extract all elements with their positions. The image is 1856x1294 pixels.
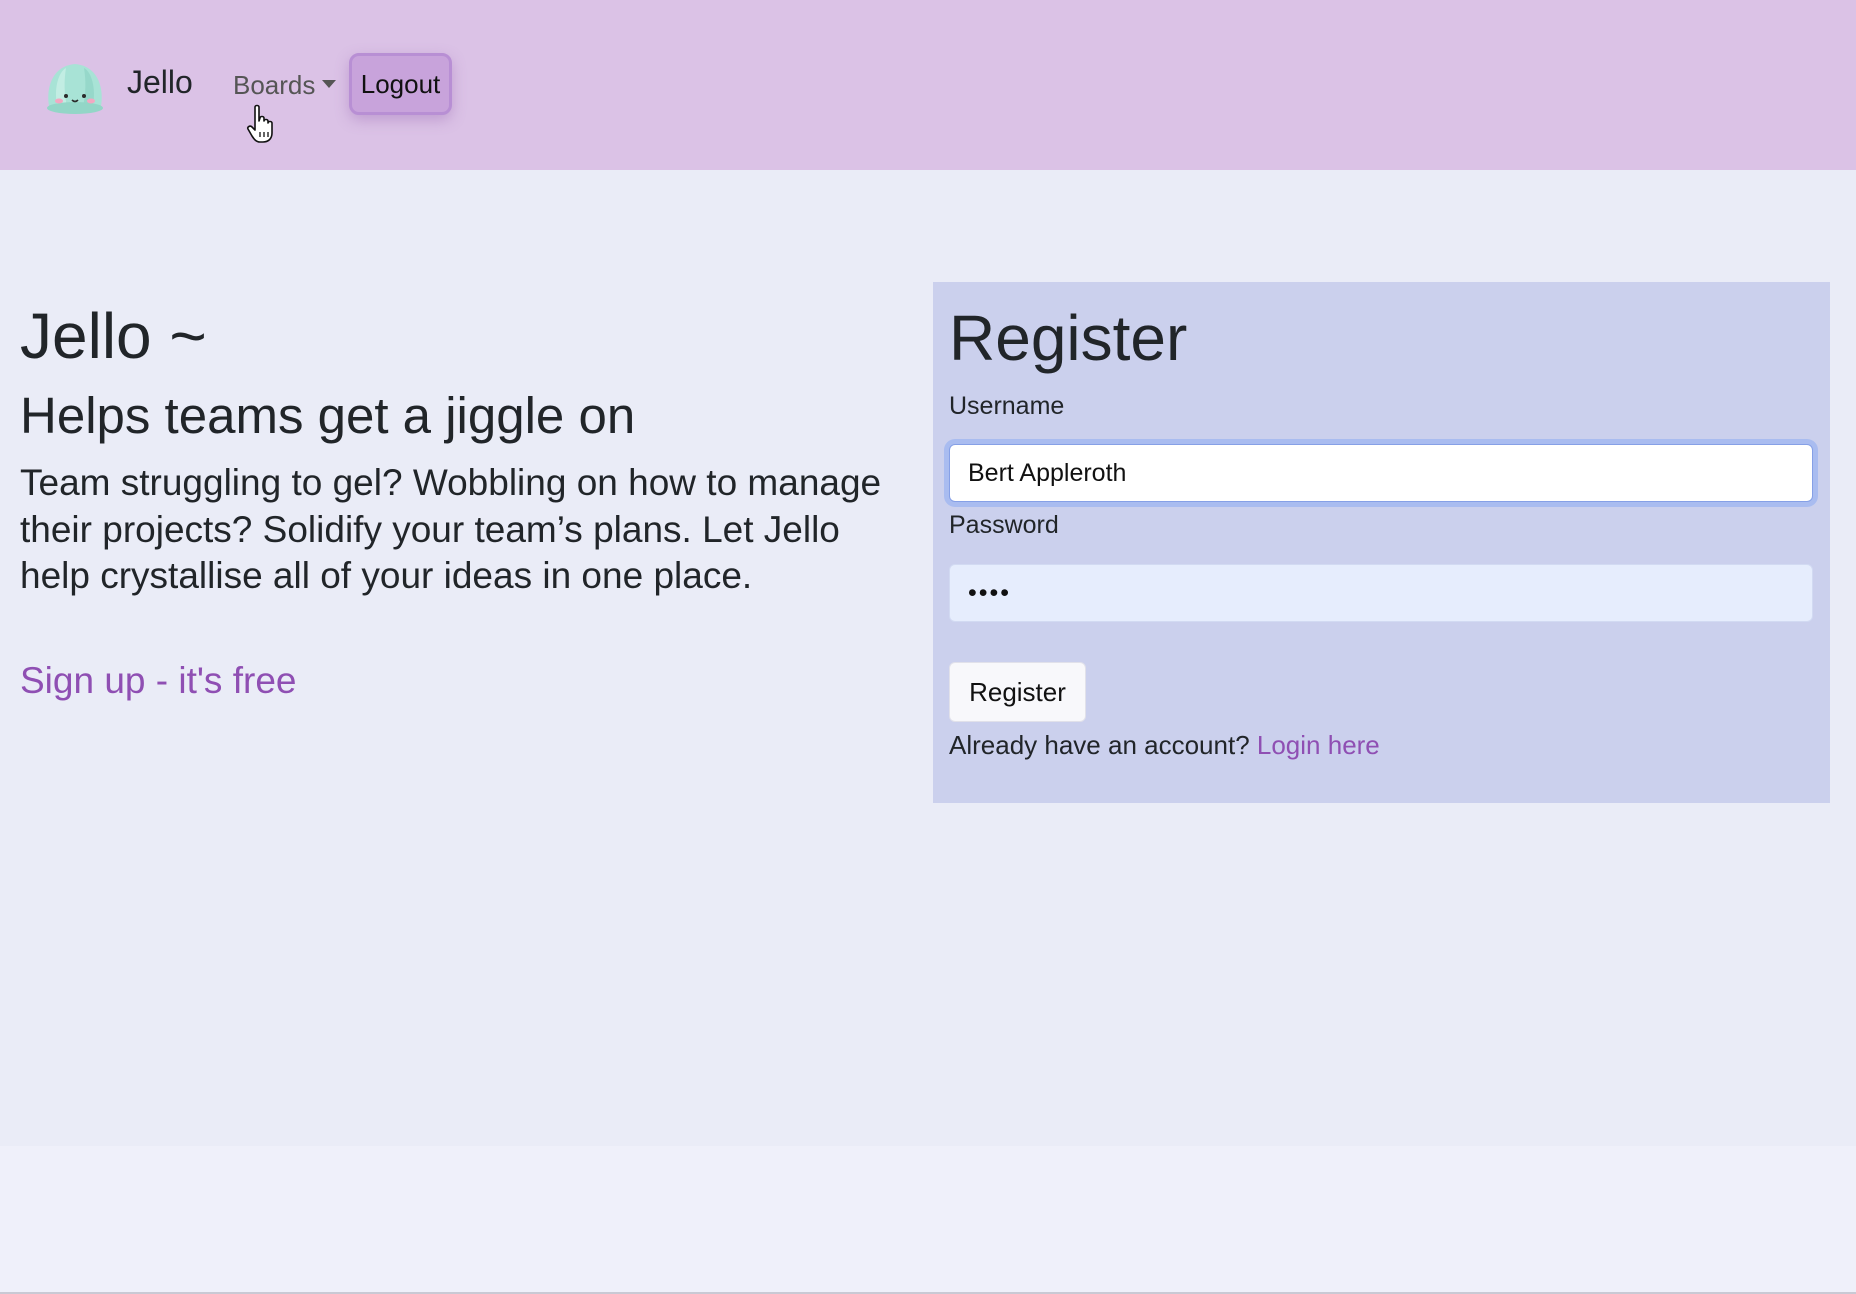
brand-link[interactable]: Jello: [127, 62, 193, 102]
hero-subtitle: Helps teams get a jiggle on: [20, 387, 636, 444]
caret-down-icon: [322, 80, 337, 88]
username-input[interactable]: [949, 444, 1813, 502]
password-label: Password: [949, 511, 1059, 539]
register-button[interactable]: Register: [949, 662, 1086, 722]
username-label: Username: [949, 392, 1065, 420]
register-title: Register: [949, 302, 1188, 374]
password-input[interactable]: [949, 564, 1813, 622]
hand-pointer-icon: [247, 104, 273, 143]
boards-dropdown[interactable]: Boards: [233, 68, 337, 102]
navbar: Jello Boards Logout: [0, 0, 1856, 170]
jello-logo-icon[interactable]: [42, 58, 108, 118]
logout-button[interactable]: Logout: [349, 53, 452, 115]
account-prompt-text: Already have an account?: [949, 730, 1250, 760]
signup-link[interactable]: Sign up - it's free: [20, 658, 296, 704]
hero-title: Jello ~: [20, 300, 207, 372]
hero-description: Team struggling to gel? Wobbling on how …: [20, 462, 882, 596]
register-panel: Register Username Password Register Alre…: [933, 282, 1830, 803]
account-prompt: Already have an account? Login here: [949, 727, 1380, 763]
boards-label: Boards: [233, 70, 316, 100]
login-link[interactable]: Login here: [1257, 730, 1380, 760]
